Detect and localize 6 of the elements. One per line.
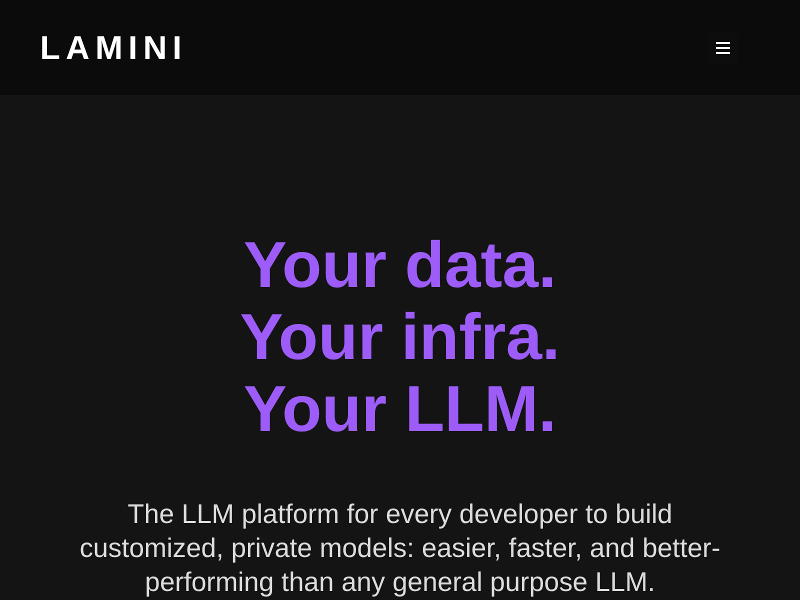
- headline: Your LLM.: [244, 373, 556, 445]
- headline: Your infra.: [240, 301, 560, 373]
- headline: Your data.: [243, 229, 556, 301]
- menu-icon: [716, 42, 730, 54]
- subtitle: The LLM platform for every developer to build customized, private models: easier, faster, and better-performing than any general purpose LLM.: [78, 498, 722, 599]
- logo[interactable]: LAMINI: [40, 31, 188, 64]
